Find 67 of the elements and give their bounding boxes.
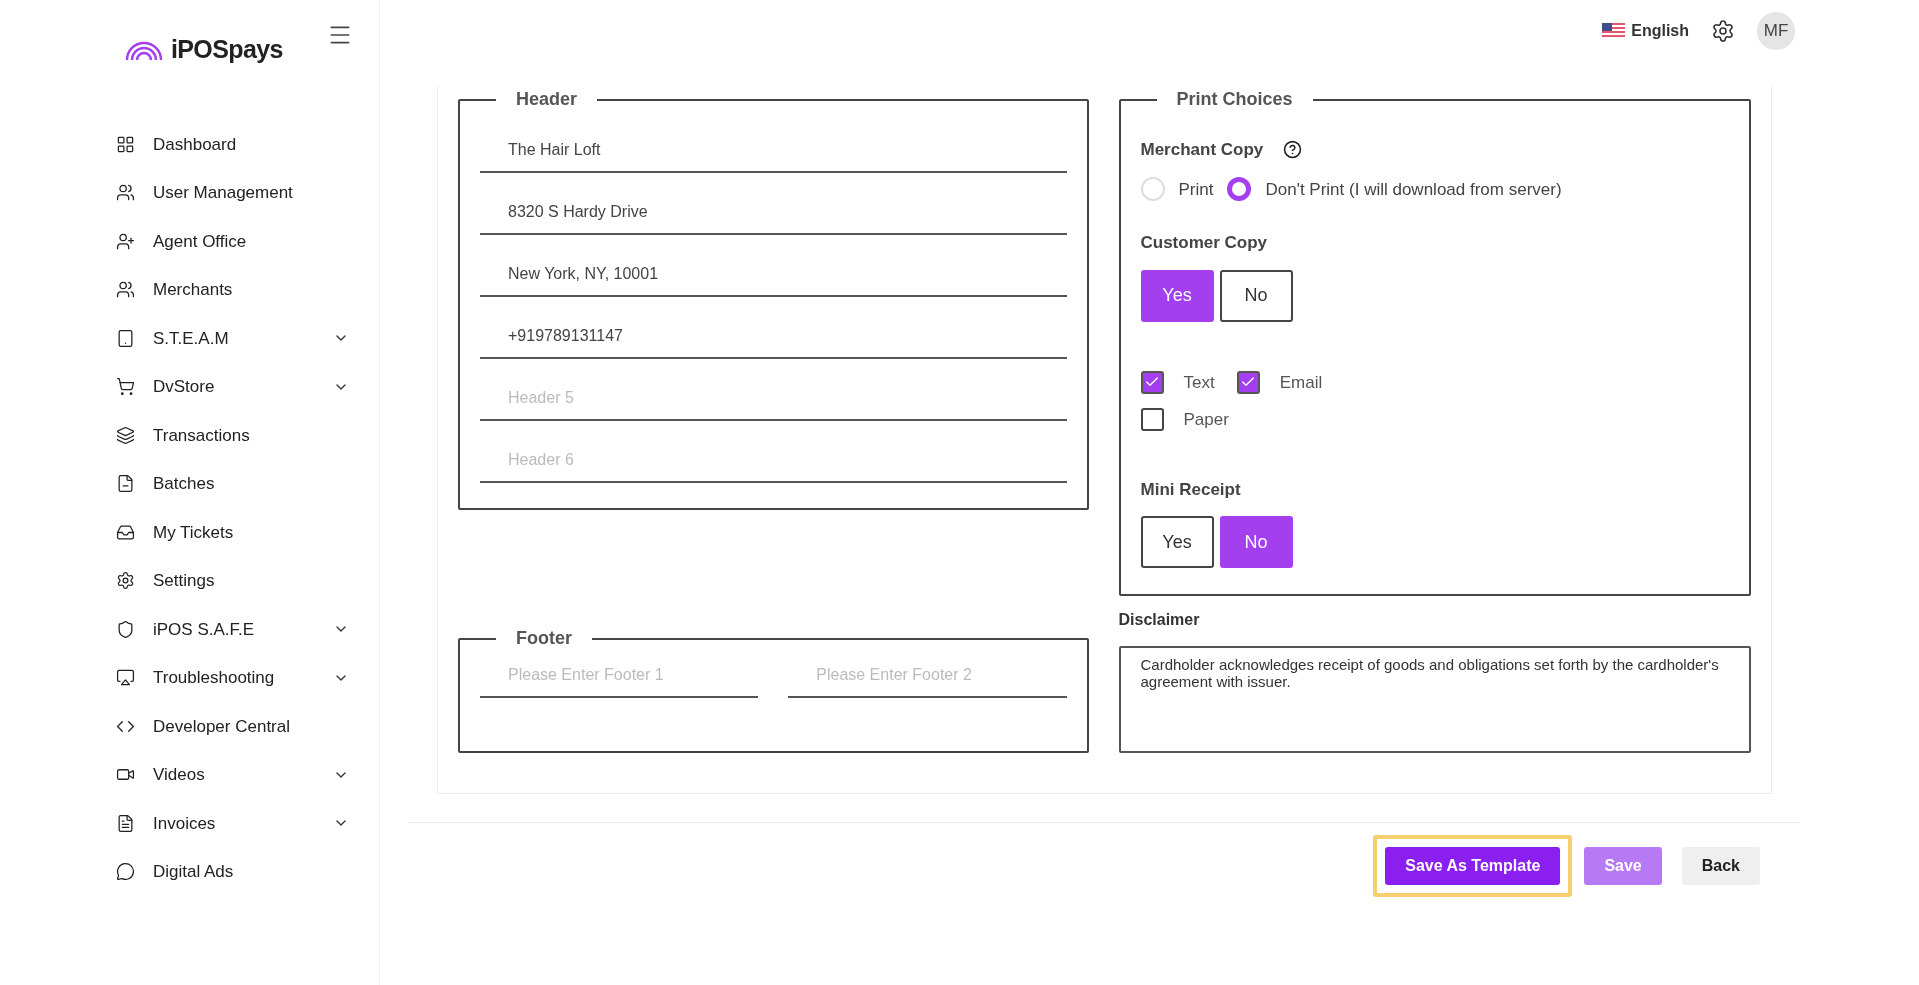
header-input-field[interactable]: +919789131147 xyxy=(480,315,1067,359)
sidebar-item[interactable]: Dashboard xyxy=(0,120,379,169)
flag-icon xyxy=(1602,23,1626,39)
rainbow-logo-icon xyxy=(125,39,163,61)
field-label: Merchant Copy xyxy=(1140,139,1264,161)
header-input-field[interactable]: 8320 S Hardy Drive xyxy=(480,191,1067,235)
toggle-button[interactable]: Yes xyxy=(1140,269,1214,322)
checkbox-label: Paper xyxy=(1183,409,1229,431)
settings-icon xyxy=(116,571,135,591)
radio-label: Don't Print (I will download from server) xyxy=(1265,178,1562,201)
sidebar-item[interactable]: Agent Office xyxy=(0,217,379,266)
footer-input-field[interactable]: Please Enter Footer 2 xyxy=(788,654,1067,698)
tablet-icon xyxy=(116,328,135,348)
brand-name: iPOSpays xyxy=(171,34,283,66)
disclaimer-text-area[interactable]: Cardholder acknowledges receipt of goods and obligations set forth by the cardholder's agreement with issuer. xyxy=(1118,646,1751,753)
header-input-field[interactable]: Header 6 xyxy=(480,439,1067,483)
user-plus-icon xyxy=(116,231,135,251)
action-button[interactable]: Back xyxy=(1681,847,1760,885)
header-input-field[interactable]: Header 5 xyxy=(480,377,1067,421)
checkbox-label: Email xyxy=(1279,371,1323,394)
shield-icon xyxy=(116,619,135,639)
document-icon xyxy=(116,474,135,494)
sidebar-item[interactable]: Merchants xyxy=(0,265,379,314)
section-title: Print Choices xyxy=(1175,88,1294,111)
radio-label: Print xyxy=(1178,178,1214,201)
toggle-button[interactable]: No xyxy=(1219,516,1293,568)
layers-icon xyxy=(116,425,135,445)
users-icon xyxy=(116,280,135,300)
checkbox[interactable] xyxy=(1236,370,1260,394)
toggle-button[interactable]: No xyxy=(1219,269,1293,322)
sidebar-item[interactable]: DvStore xyxy=(0,362,379,411)
chat-bubble-icon xyxy=(116,862,135,882)
settings-icon[interactable] xyxy=(1711,19,1735,43)
sidebar-item[interactable]: S.T.E.A.M xyxy=(0,314,379,363)
field-label: Disclaimer xyxy=(1118,610,1201,630)
sidebar-item[interactable]: Troubleshooting xyxy=(0,653,379,702)
sidebar-item[interactable]: Batches xyxy=(0,459,379,508)
footer-input-field[interactable]: Please Enter Footer 1 xyxy=(480,654,759,698)
header-input-field[interactable]: The Hair Loft xyxy=(480,129,1067,173)
sidebar-item[interactable]: Developer Central xyxy=(0,702,379,751)
language-selector[interactable]: English xyxy=(1602,19,1689,43)
sidebar-item[interactable]: Settings xyxy=(0,556,379,605)
user-avatar[interactable]: MF xyxy=(1757,12,1795,50)
field-label: Customer Copy xyxy=(1140,232,1269,254)
action-button[interactable]: Save As Template xyxy=(1385,847,1561,885)
checkbox[interactable] xyxy=(1140,370,1164,394)
checkbox[interactable] xyxy=(1140,408,1164,432)
section-title: Header xyxy=(515,88,579,111)
field-label: Mini Receipt xyxy=(1140,478,1242,501)
sidebar-item[interactable]: Digital Ads xyxy=(0,847,379,896)
header-input-field[interactable]: New York, NY, 10001 xyxy=(480,253,1067,297)
users-icon xyxy=(116,183,135,203)
checkbox-label: Text xyxy=(1183,371,1215,394)
cart-icon xyxy=(116,377,135,397)
help-icon[interactable] xyxy=(1283,140,1303,160)
sidebar-item[interactable]: Transactions xyxy=(0,411,379,460)
document-icon xyxy=(116,813,135,833)
section-title: Footer xyxy=(515,627,573,650)
sidebar-item[interactable]: My Tickets xyxy=(0,508,379,557)
sidebar-item[interactable]: Invoices xyxy=(0,799,379,848)
toggle-button[interactable]: Yes xyxy=(1140,516,1214,568)
screen-icon xyxy=(116,668,135,688)
sidebar-item[interactable]: Videos xyxy=(0,750,379,799)
radio-button[interactable] xyxy=(1227,177,1252,202)
sidebar-item[interactable]: User Management xyxy=(0,168,379,217)
sidebar-item[interactable]: iPOS S.A.F.E xyxy=(0,605,379,654)
grid-icon xyxy=(116,134,135,154)
